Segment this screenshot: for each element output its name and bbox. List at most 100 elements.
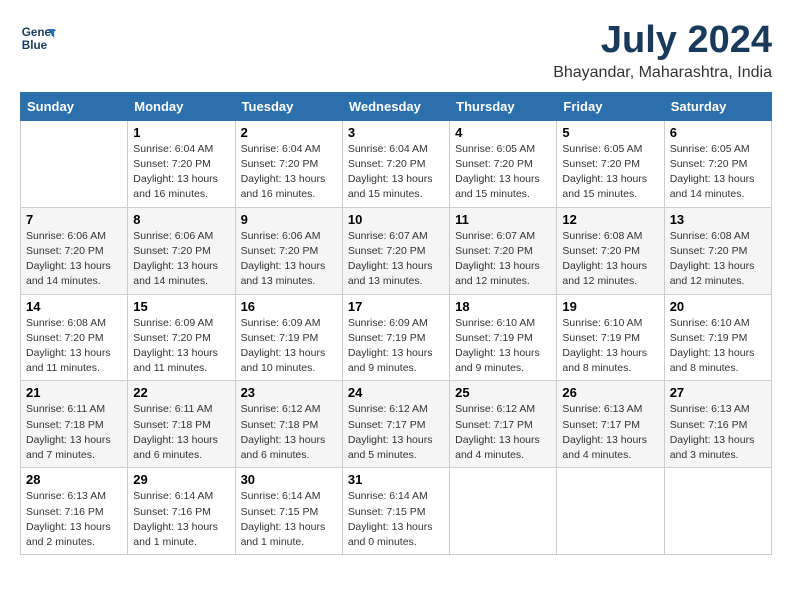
day-info: Sunrise: 6:09 AMSunset: 7:19 PMDaylight:… [241, 316, 337, 377]
calendar-cell: 17Sunrise: 6:09 AMSunset: 7:19 PMDayligh… [342, 294, 449, 381]
calendar-cell: 12Sunrise: 6:08 AMSunset: 7:20 PMDayligh… [557, 207, 664, 294]
day-number: 19 [562, 299, 658, 314]
weekday-header-sunday: Sunday [21, 92, 128, 120]
calendar-cell [557, 468, 664, 555]
logo: General Blue General Blue [20, 20, 56, 56]
day-info: Sunrise: 6:07 AMSunset: 7:20 PMDaylight:… [455, 229, 551, 290]
day-info: Sunrise: 6:11 AMSunset: 7:18 PMDaylight:… [133, 402, 229, 463]
day-info: Sunrise: 6:10 AMSunset: 7:19 PMDaylight:… [670, 316, 766, 377]
calendar-week-row: 21Sunrise: 6:11 AMSunset: 7:18 PMDayligh… [21, 381, 772, 468]
svg-text:Blue: Blue [22, 39, 48, 52]
calendar-cell: 14 Sunrise: 6:08 AMSunset: 7:20 PMDayligh… [21, 294, 128, 381]
calendar-cell: 22 Sunrise: 6:11 AMSunset: 7:18 PMDayligh… [128, 381, 235, 468]
weekday-header-friday: Friday [557, 92, 664, 120]
day-number: 2 [241, 125, 337, 140]
day-info: Sunrise: 6:06 AMSunset: 7:20 PMDaylight:… [133, 229, 229, 290]
day-number: 4 [455, 125, 551, 140]
day-number: 12 [562, 212, 658, 227]
day-number: 25 [455, 385, 551, 400]
day-info: Sunrise: 6:14 AMSunset: 7:15 PMDaylight:… [241, 489, 337, 550]
weekday-header-wednesday: Wednesday [342, 92, 449, 120]
day-number: 22 [133, 385, 229, 400]
page-header: General Blue General Blue July 2024 Bhay… [20, 20, 772, 82]
day-info: Sunrise: 6:06 AMSunset: 7:20 PMDaylight:… [26, 229, 122, 290]
calendar-cell: 3 Sunrise: 6:04 AMSunset: 7:20 PMDaylight… [342, 120, 449, 207]
calendar-cell: 1Sunrise: 6:04 AMSunset: 7:20 PMDaylight… [128, 120, 235, 207]
day-number: 8 [133, 212, 229, 227]
day-info: Sunrise: 6:09 AMSunset: 7:19 PMDaylight:… [348, 316, 444, 377]
calendar-cell: 6 Sunrise: 6:05 AMSunset: 7:20 PMDaylight… [664, 120, 771, 207]
day-number: 13 [670, 212, 766, 227]
day-number: 15 [133, 299, 229, 314]
weekday-header-row: SundayMondayTuesdayWednesdayThursdayFrid… [21, 92, 772, 120]
title-area: July 2024 Bhayandar, Maharashtra, India [553, 20, 772, 82]
day-number: 3 [348, 125, 444, 140]
calendar-cell: 18 Sunrise: 6:10 AMSunset: 7:19 PMDayligh… [450, 294, 557, 381]
calendar-cell: 2 Sunrise: 6:04 AMSunset: 7:20 PMDaylight… [235, 120, 342, 207]
day-info: Sunrise: 6:12 AMSunset: 7:17 PMDaylight:… [455, 402, 551, 463]
day-number: 9 [241, 212, 337, 227]
weekday-header-thursday: Thursday [450, 92, 557, 120]
day-info: Sunrise: 6:08 AMSunset: 7:20 PMDaylight:… [26, 316, 122, 377]
calendar-cell: 9Sunrise: 6:06 AMSunset: 7:20 PMDaylight… [235, 207, 342, 294]
day-info: Sunrise: 6:10 AMSunset: 7:19 PMDaylight:… [455, 316, 551, 377]
weekday-header-tuesday: Tuesday [235, 92, 342, 120]
day-number: 16 [241, 299, 337, 314]
day-info: Sunrise: 6:07 AMSunset: 7:20 PMDaylight:… [348, 229, 444, 290]
day-number: 20 [670, 299, 766, 314]
calendar-cell: 7 Sunrise: 6:06 AMSunset: 7:20 PMDaylight… [21, 207, 128, 294]
weekday-header-saturday: Saturday [664, 92, 771, 120]
day-number: 26 [562, 385, 658, 400]
calendar-cell: 21Sunrise: 6:11 AMSunset: 7:18 PMDayligh… [21, 381, 128, 468]
weekday-header-monday: Monday [128, 92, 235, 120]
day-info: Sunrise: 6:05 AMSunset: 7:20 PMDaylight:… [455, 142, 551, 203]
calendar-week-row: 14 Sunrise: 6:08 AMSunset: 7:20 PMDayligh… [21, 294, 772, 381]
day-number: 31 [348, 472, 444, 487]
calendar-cell [21, 120, 128, 207]
day-number: 11 [455, 212, 551, 227]
calendar-cell: 29Sunrise: 6:14 AMSunset: 7:16 PMDayligh… [128, 468, 235, 555]
day-info: Sunrise: 6:12 AMSunset: 7:18 PMDaylight:… [241, 402, 337, 463]
day-info: Sunrise: 6:09 AMSunset: 7:20 PMDaylight:… [133, 316, 229, 377]
day-number: 14 [26, 299, 122, 314]
day-number: 1 [133, 125, 229, 140]
calendar-cell: 23 Sunrise: 6:12 AMSunset: 7:18 PMDayligh… [235, 381, 342, 468]
day-info: Sunrise: 6:14 AMSunset: 7:16 PMDaylight:… [133, 489, 229, 550]
day-info: Sunrise: 6:12 AMSunset: 7:17 PMDaylight:… [348, 402, 444, 463]
calendar-cell: 28 Sunrise: 6:13 AMSunset: 7:16 PMDayligh… [21, 468, 128, 555]
calendar-cell: 24 Sunrise: 6:12 AMSunset: 7:17 PMDayligh… [342, 381, 449, 468]
day-info: Sunrise: 6:13 AMSunset: 7:16 PMDaylight:… [670, 402, 766, 463]
calendar-cell [664, 468, 771, 555]
calendar-cell: 10 Sunrise: 6:07 AMSunset: 7:20 PMDayligh… [342, 207, 449, 294]
calendar-cell: 26Sunrise: 6:13 AMSunset: 7:17 PMDayligh… [557, 381, 664, 468]
calendar-cell: 31 Sunrise: 6:14 AMSunset: 7:15 PMDayligh… [342, 468, 449, 555]
day-number: 18 [455, 299, 551, 314]
calendar-cell: 19 Sunrise: 6:10 AMSunset: 7:19 PMDayligh… [557, 294, 664, 381]
calendar-cell: 13Sunrise: 6:08 AMSunset: 7:20 PMDayligh… [664, 207, 771, 294]
day-number: 30 [241, 472, 337, 487]
day-number: 28 [26, 472, 122, 487]
calendar-cell: 11 Sunrise: 6:07 AMSunset: 7:20 PMDayligh… [450, 207, 557, 294]
day-number: 23 [241, 385, 337, 400]
logo-icon: General Blue [20, 20, 56, 56]
month-title: July 2024 [553, 20, 772, 62]
day-info: Sunrise: 6:11 AMSunset: 7:18 PMDaylight:… [26, 402, 122, 463]
calendar-table: SundayMondayTuesdayWednesdayThursdayFrid… [20, 92, 772, 555]
day-info: Sunrise: 6:04 AMSunset: 7:20 PMDaylight:… [241, 142, 337, 203]
calendar-cell: 30 Sunrise: 6:14 AMSunset: 7:15 PMDayligh… [235, 468, 342, 555]
calendar-cell: 27Sunrise: 6:13 AMSunset: 7:16 PMDayligh… [664, 381, 771, 468]
day-info: Sunrise: 6:10 AMSunset: 7:19 PMDaylight:… [562, 316, 658, 377]
day-info: Sunrise: 6:04 AMSunset: 7:20 PMDaylight:… [348, 142, 444, 203]
day-number: 5 [562, 125, 658, 140]
location-title: Bhayandar, Maharashtra, India [553, 64, 772, 82]
day-info: Sunrise: 6:14 AMSunset: 7:15 PMDaylight:… [348, 489, 444, 550]
day-number: 10 [348, 212, 444, 227]
calendar-week-row: 28 Sunrise: 6:13 AMSunset: 7:16 PMDayligh… [21, 468, 772, 555]
day-number: 7 [26, 212, 122, 227]
day-number: 6 [670, 125, 766, 140]
day-number: 24 [348, 385, 444, 400]
calendar-cell: 8 Sunrise: 6:06 AMSunset: 7:20 PMDaylight… [128, 207, 235, 294]
day-info: Sunrise: 6:13 AMSunset: 7:16 PMDaylight:… [26, 489, 122, 550]
calendar-week-row: 1 Sunrise: 6:04 AMSunset: 7:20 PMDaylight… [21, 120, 772, 207]
day-info: Sunrise: 6:05 AMSunset: 7:20 PMDaylight:… [670, 142, 766, 203]
